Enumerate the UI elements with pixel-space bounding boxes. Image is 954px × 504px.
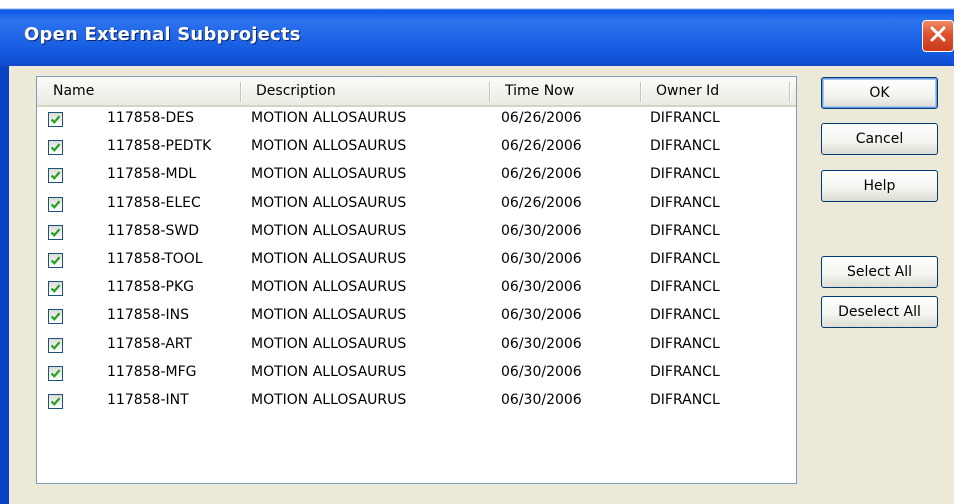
select-all-button[interactable]: Select All — [821, 256, 938, 288]
checkmark-icon — [50, 396, 61, 407]
cell-time-now: 06/30/2006 — [501, 279, 582, 296]
cell-name: 117858-PKG — [107, 279, 194, 296]
column-divider[interactable] — [240, 82, 241, 102]
row-checkbox[interactable] — [48, 253, 63, 268]
cell-name: 117858-PEDTK — [107, 138, 212, 155]
ok-button[interactable]: OK — [821, 77, 938, 109]
cell-description: MOTION ALLOSAURUS — [251, 194, 407, 211]
checkmark-icon — [50, 142, 61, 153]
close-button[interactable] — [922, 20, 954, 52]
cell-time-now: 06/30/2006 — [501, 363, 582, 380]
cell-name: 117858-ART — [107, 335, 193, 352]
checkmark-icon — [50, 114, 61, 125]
help-button[interactable]: Help — [821, 170, 938, 202]
cell-owner-id: DIFRANCL — [650, 138, 720, 155]
row-checkbox[interactable] — [48, 337, 63, 353]
column-header-owner-id[interactable]: Owner Id — [646, 77, 786, 105]
cell-owner-id: DIFRANCL — [650, 279, 720, 296]
cell-description: MOTION ALLOSAURUS — [251, 138, 407, 155]
cell-owner-id: DIFRANCL — [650, 307, 720, 324]
column-header-time-now[interactable]: Time Now — [495, 77, 635, 105]
cell-name: 117858-ELEC — [107, 194, 201, 211]
cell-description: MOTION ALLOSAURUS — [251, 307, 407, 324]
checkmark-icon — [50, 283, 61, 294]
title-bar[interactable]: Open External Subprojects — [0, 0, 954, 66]
cell-time-now: 06/30/2006 — [501, 222, 582, 239]
cell-name: 117858-MDL — [107, 166, 197, 183]
row-checkbox[interactable] — [48, 365, 63, 381]
table-row[interactable]: 117858-MFG MOTION ALLOSAURUS 06/30/2006 DIF… — [37, 362, 796, 390]
table-row[interactable]: 117858-DES MOTION ALLOSAURUS 06/26/2006 DIF… — [37, 108, 796, 136]
cell-name: 117858-SWD — [107, 222, 200, 239]
row-checkbox[interactable] — [48, 196, 63, 212]
row-checkbox[interactable] — [48, 281, 63, 297]
cell-owner-id: DIFRANCL — [650, 392, 720, 408]
cell-owner-id: DIFRANCL — [650, 110, 720, 126]
cell-description: MOTION ALLOSAURUS — [251, 335, 407, 352]
table-row[interactable]: 117858-PKG MOTION ALLOSAURUS 06/30/2006 DIF… — [37, 277, 796, 305]
cell-description: MOTION ALLOSAURUS — [251, 222, 407, 239]
checkmark-icon — [50, 227, 61, 238]
deselect-all-button[interactable]: Deselect All — [821, 296, 938, 328]
row-checkbox[interactable] — [48, 309, 63, 325]
cell-time-now: 06/30/2006 — [501, 392, 582, 408]
checkmark-icon — [50, 199, 61, 210]
table-row[interactable]: 117858-MDL MOTION ALLOSAURUS 06/26/2006 DIF… — [37, 164, 796, 192]
cell-description: MOTION ALLOSAURUS — [251, 110, 407, 126]
cell-description: MOTION ALLOSAURUS — [251, 166, 407, 183]
table-row[interactable]: 117858-SWD MOTION ALLOSAURUS 06/30/2006 DIF… — [37, 221, 796, 249]
cell-time-now: 06/26/2006 — [501, 138, 582, 155]
cell-time-now: 06/30/2006 — [501, 307, 582, 324]
subprojects-list[interactable]: Name Description Time Now Owner Id 11785… — [36, 76, 797, 484]
column-divider[interactable] — [640, 82, 641, 102]
table-row[interactable]: 117858-ELEC MOTION ALLOSAURUS 06/26/2006 DI… — [37, 193, 796, 221]
cell-time-now: 06/30/2006 — [501, 335, 582, 352]
column-header-description[interactable]: Description — [246, 77, 486, 105]
row-checkbox[interactable] — [48, 112, 63, 127]
cell-description: MOTION ALLOSAURUS — [251, 392, 407, 408]
checkmark-icon — [50, 170, 61, 181]
close-icon — [928, 24, 948, 48]
cell-description: MOTION ALLOSAURUS — [251, 279, 407, 296]
cell-owner-id: DIFRANCL — [650, 194, 720, 211]
cell-time-now: 06/30/2006 — [501, 251, 582, 267]
row-checkbox[interactable] — [48, 168, 63, 184]
cell-name: 117858-INT — [107, 392, 189, 408]
table-row[interactable]: 117858-TOOL MOTION ALLOSAURUS 06/30/2006 DI… — [37, 249, 796, 277]
checkmark-icon — [50, 311, 61, 322]
checkmark-icon — [50, 368, 61, 379]
cell-owner-id: DIFRANCL — [650, 251, 720, 267]
dialog-body: Name Description Time Now Owner Id 11785… — [9, 66, 954, 504]
checkmark-icon — [50, 255, 61, 266]
dialog-window: Open External Subprojects Name Descripti… — [0, 0, 954, 504]
cell-name: 117858-TOOL — [107, 251, 203, 267]
cell-time-now: 06/26/2006 — [501, 110, 582, 126]
cell-time-now: 06/26/2006 — [501, 166, 582, 183]
row-checkbox[interactable] — [48, 394, 63, 409]
cell-time-now: 06/26/2006 — [501, 194, 582, 211]
column-divider[interactable] — [489, 82, 490, 102]
cell-owner-id: DIFRANCL — [650, 363, 720, 380]
cell-name: 117858-INS — [107, 307, 189, 324]
list-header: Name Description Time Now Owner Id — [37, 77, 796, 107]
column-header-name[interactable]: Name — [43, 77, 233, 105]
cancel-button[interactable]: Cancel — [821, 123, 938, 155]
cell-owner-id: DIFRANCL — [650, 335, 720, 352]
table-row[interactable]: 117858-PEDTK MOTION ALLOSAURUS 06/26/2006 D… — [37, 136, 796, 164]
cell-name: 117858-MFG — [107, 363, 197, 380]
cell-description: MOTION ALLOSAURUS — [251, 363, 407, 380]
checkmark-icon — [50, 340, 61, 351]
cell-name: 117858-DES — [107, 110, 195, 126]
row-checkbox[interactable] — [48, 224, 63, 240]
table-row[interactable]: 117858-INS MOTION ALLOSAURUS 06/30/2006 DIF… — [37, 305, 796, 333]
window-title: Open External Subprojects — [24, 24, 301, 45]
table-row[interactable]: 117858-ART MOTION ALLOSAURUS 06/30/2006 DIF… — [37, 334, 796, 362]
table-row[interactable]: 117858-INT MOTION ALLOSAURUS 06/30/2006 DIF… — [37, 390, 796, 418]
cell-owner-id: DIFRANCL — [650, 166, 720, 183]
column-divider[interactable] — [789, 82, 790, 102]
cell-owner-id: DIFRANCL — [650, 222, 720, 239]
cell-description: MOTION ALLOSAURUS — [251, 251, 407, 267]
row-checkbox[interactable] — [48, 140, 63, 156]
